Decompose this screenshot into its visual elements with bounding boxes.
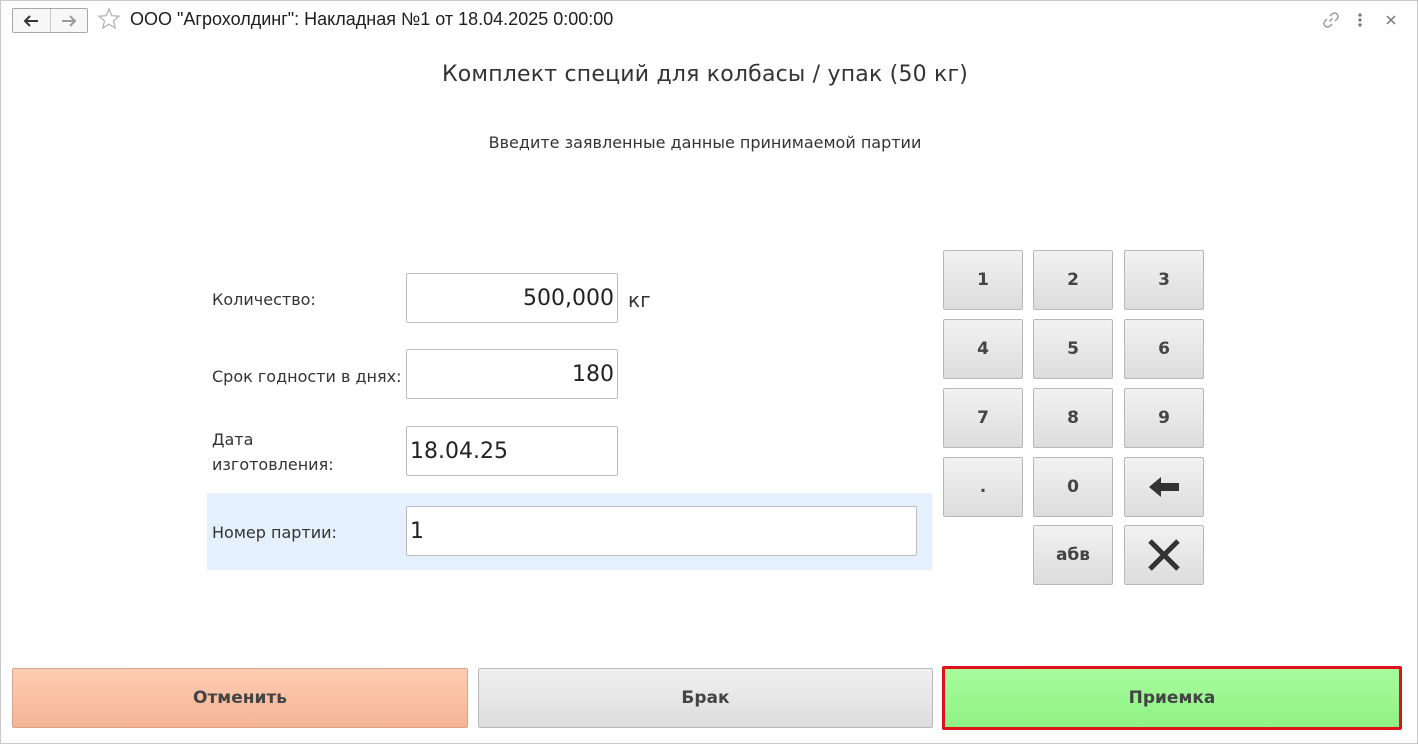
key-1[interactable]: 1 xyxy=(943,250,1023,310)
shelf-life-label: Срок годности в днях: xyxy=(212,367,402,386)
backspace-key[interactable] xyxy=(1124,457,1204,517)
clear-key[interactable] xyxy=(1124,525,1204,585)
manufacture-date-label-line2: изготовления: xyxy=(212,455,334,474)
key-8[interactable]: 8 xyxy=(1033,388,1113,448)
manufacture-date-value: 18.04.25 xyxy=(410,438,508,464)
arrow-right-icon xyxy=(61,14,77,27)
quantity-unit: кг xyxy=(628,288,651,312)
key-0[interactable]: 0 xyxy=(1033,457,1113,517)
arrow-left-icon xyxy=(23,14,39,27)
quantity-label: Количество: xyxy=(212,290,316,309)
favorite-star-icon[interactable] xyxy=(97,7,121,31)
key-9[interactable]: 9 xyxy=(1124,388,1204,448)
key-7[interactable]: 7 xyxy=(943,388,1023,448)
product-title: Комплект специй для колбасы / упак (50 к… xyxy=(441,62,969,87)
accept-button[interactable]: Приемка xyxy=(942,666,1402,730)
window-title: ООО "Агрохолдинг": Накладная №1 от 18.04… xyxy=(130,9,614,29)
abc-keyboard-key[interactable]: абв xyxy=(1033,525,1113,585)
quantity-input[interactable]: 500,000 xyxy=(406,273,618,323)
manufacture-date-label-line1: Дата xyxy=(212,430,254,449)
key-6[interactable]: 6 xyxy=(1124,319,1204,379)
back-button[interactable] xyxy=(13,9,50,32)
key-5[interactable]: 5 xyxy=(1033,319,1113,379)
quantity-value: 500,000 xyxy=(523,285,614,311)
backspace-arrow-icon xyxy=(1149,477,1179,497)
cancel-button[interactable]: Отменить xyxy=(12,668,468,728)
instruction-text: Введите заявленные данные принимаемой па… xyxy=(488,133,922,152)
manufacture-date-input[interactable]: 18.04.25 xyxy=(406,426,618,476)
title-bar: ООО "Агрохолдинг": Накладная №1 от 18.04… xyxy=(0,0,1418,40)
key-decimal-point[interactable]: . xyxy=(943,457,1023,517)
key-4[interactable]: 4 xyxy=(943,319,1023,379)
navigation-buttons xyxy=(12,8,88,33)
forward-button[interactable] xyxy=(49,9,88,32)
defect-button[interactable]: Брак xyxy=(478,668,933,728)
link-icon[interactable] xyxy=(1321,10,1341,30)
key-2[interactable]: 2 xyxy=(1033,250,1113,310)
close-icon[interactable] xyxy=(1381,10,1401,30)
shelf-life-value: 180 xyxy=(572,361,614,387)
batch-number-input[interactable]: 1 xyxy=(406,506,917,556)
key-3[interactable]: 3 xyxy=(1124,250,1204,310)
shelf-life-input[interactable]: 180 xyxy=(406,349,618,399)
batch-number-label: Номер партии: xyxy=(212,523,337,542)
clear-x-icon xyxy=(1148,539,1180,571)
more-options-icon[interactable] xyxy=(1350,10,1370,30)
batch-number-value: 1 xyxy=(410,518,424,544)
manufacture-date-label: Дата изготовления: xyxy=(212,427,334,477)
